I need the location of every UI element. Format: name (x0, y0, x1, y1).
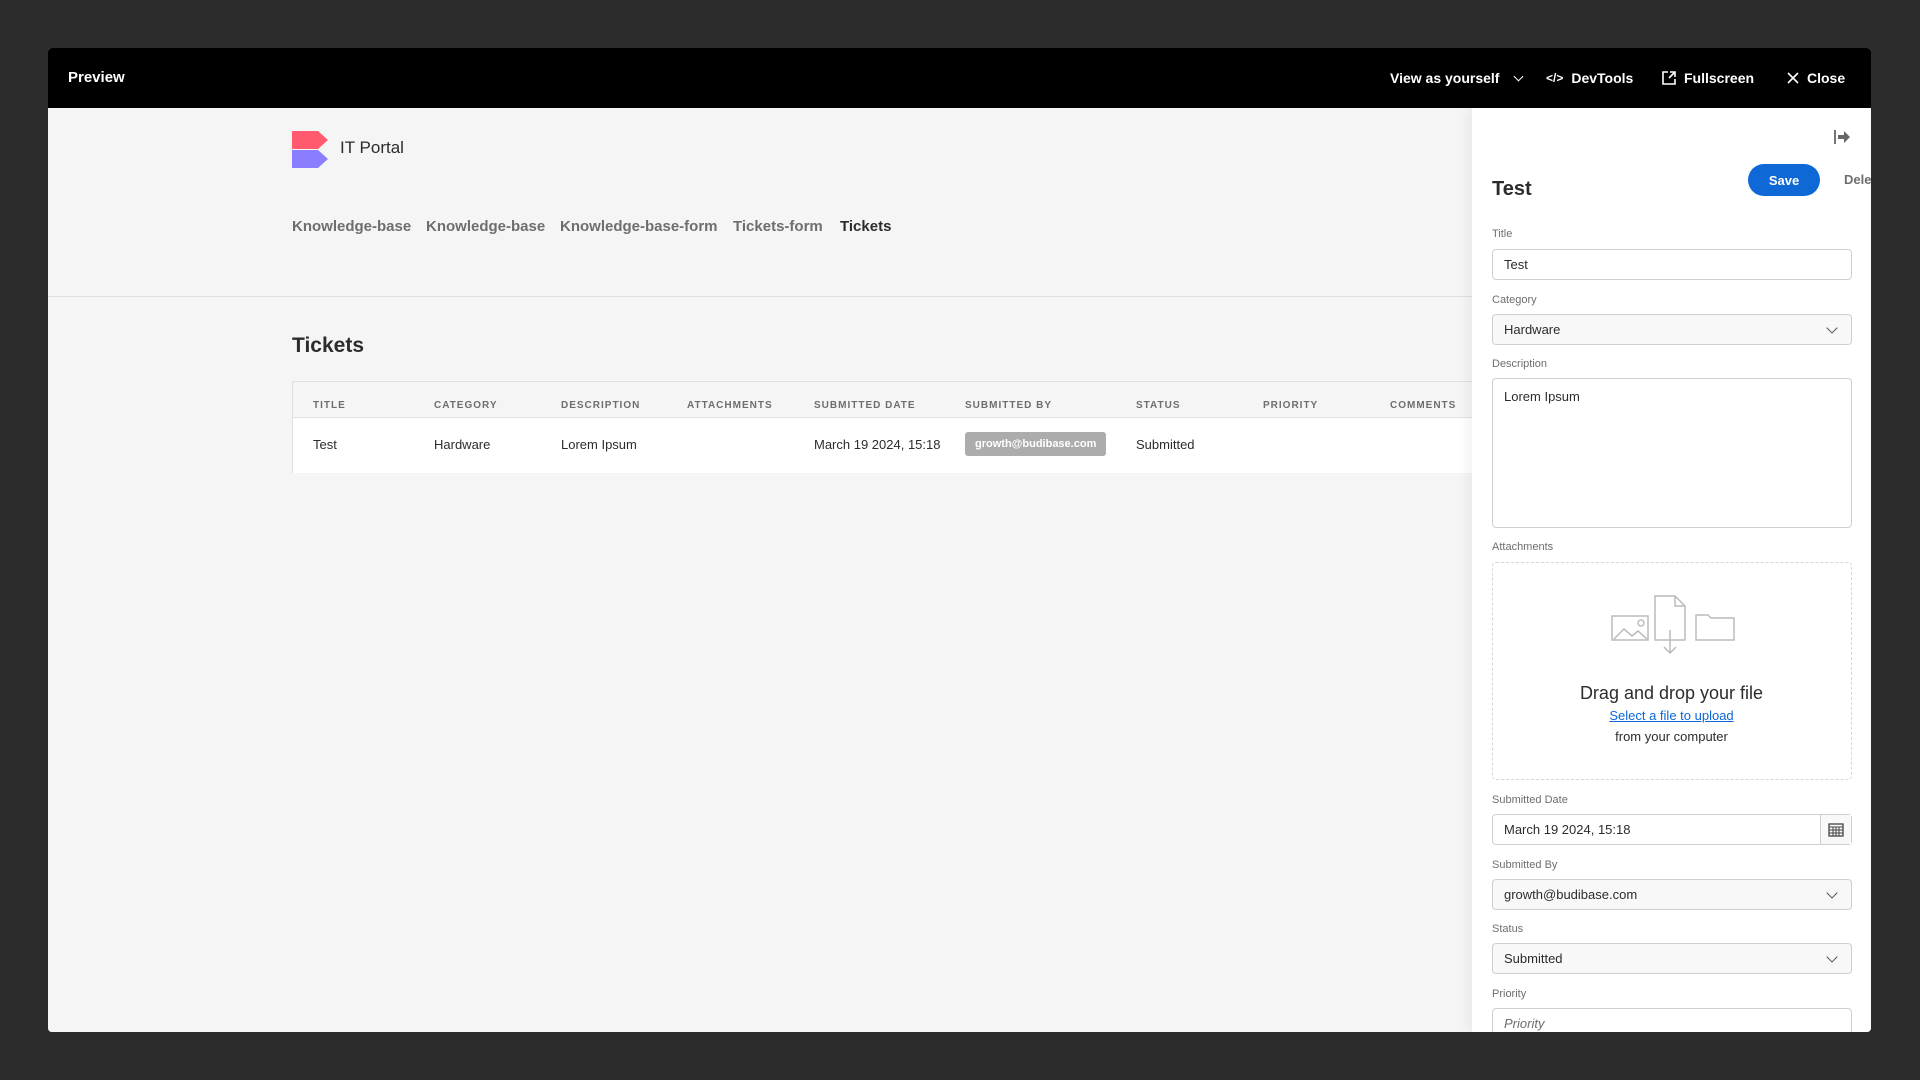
close-button[interactable]: Close (1787, 48, 1845, 108)
chevron-down-icon (1826, 321, 1838, 334)
title-input[interactable]: Test (1492, 249, 1852, 280)
category-label: Category (1492, 294, 1537, 306)
view-as-label: View as yourself (1390, 70, 1500, 86)
submitted-date-input[interactable]: March 19 2024, 15:18 (1492, 814, 1852, 845)
priority-label: Priority (1492, 988, 1527, 1000)
chevron-down-icon (1826, 950, 1838, 963)
nav-knowledge-base-form[interactable]: Knowledge-base-form (560, 218, 718, 235)
category-value: Hardware (1504, 322, 1561, 337)
devtools-label: DevTools (1571, 70, 1634, 86)
attachments-dropzone[interactable]: Drag and drop your file Select a file to… (1492, 562, 1852, 780)
devtools-button[interactable]: </> DevTools (1546, 48, 1633, 108)
status-value: Submitted (1504, 951, 1563, 966)
category-select[interactable]: Hardware (1492, 314, 1852, 345)
nav-knowledge-base[interactable]: Knowledge-base (292, 218, 411, 235)
drop-title: Drag and drop your file (1579, 683, 1764, 703)
delete-button[interactable]: Delete (1844, 172, 1871, 187)
column-header[interactable]: COMMENTS (1390, 400, 1456, 411)
column-header[interactable]: ATTACHMENTS (687, 400, 773, 411)
select-file-link[interactable]: Select a file to upload (1493, 708, 1850, 723)
description-label: Description (1492, 358, 1548, 370)
chevron-down-icon (1514, 71, 1524, 81)
user-badge: growth@budibase.com (965, 432, 1107, 456)
preview-header: Preview View as yourself </> DevTools Fu… (48, 48, 1871, 108)
upload-files-icon (1611, 595, 1735, 655)
description-textarea[interactable]: Lorem Ipsum (1492, 378, 1852, 528)
attachments-label: Attachments (1492, 541, 1554, 553)
calendar-icon[interactable] (1820, 815, 1851, 844)
column-header[interactable]: TITLE (313, 400, 346, 411)
nav-tickets-form[interactable]: Tickets-form (733, 218, 823, 235)
page-title: Tickets (292, 334, 364, 357)
save-button[interactable]: Save (1748, 164, 1820, 196)
chevron-down-icon (1826, 886, 1838, 899)
preview-title: Preview (68, 69, 125, 86)
cell-title: Test (313, 437, 337, 452)
cell-status: Submitted (1136, 437, 1195, 452)
column-header[interactable]: STATUS (1136, 400, 1181, 411)
status-label: Status (1492, 923, 1524, 935)
status-select[interactable]: Submitted (1492, 943, 1852, 974)
fullscreen-button[interactable]: Fullscreen (1662, 48, 1754, 108)
nav-knowledge-base-2[interactable]: Knowledge-base (426, 218, 545, 235)
submitted-by-label: Submitted By (1492, 859, 1558, 871)
submitted-by-select[interactable]: growth@budibase.com (1492, 879, 1852, 910)
app-logo (292, 131, 328, 168)
priority-input[interactable]: Priority (1492, 1008, 1852, 1032)
fullscreen-label: Fullscreen (1684, 70, 1755, 86)
nav-divider (48, 296, 1472, 297)
date-value: March 19 2024, 15:18 (1504, 822, 1631, 837)
collapse-panel-icon[interactable] (1834, 130, 1850, 144)
nav-tickets[interactable]: Tickets (840, 218, 891, 235)
app-preview: IT Portal Knowledge-base Knowledge-base … (48, 108, 1483, 1032)
preview-modal: Preview View as yourself </> DevTools Fu… (48, 48, 1871, 1032)
close-icon (1787, 72, 1799, 84)
tickets-table: TITLE CATEGORY DESCRIPTION ATTACHMENTS S… (292, 381, 1483, 473)
view-as-dropdown[interactable]: View as yourself (1390, 48, 1524, 108)
cell-description: Lorem Ipsum (561, 437, 637, 452)
close-label: Close (1807, 70, 1846, 86)
cell-category: Hardware (434, 437, 491, 452)
cell-submitted-date: March 19 2024, 15:18 (814, 437, 941, 452)
title-label: Title (1492, 228, 1513, 240)
app-name: IT Portal (340, 138, 404, 157)
external-link-icon (1662, 71, 1676, 85)
column-header[interactable]: SUBMITTED DATE (814, 400, 916, 411)
column-header[interactable]: CATEGORY (434, 400, 498, 411)
side-panel: Test Save Delete Title Test Category Har… (1472, 108, 1871, 1032)
drop-subtitle: from your computer (1615, 729, 1728, 744)
submitted-by-value: growth@budibase.com (1504, 887, 1638, 902)
submitted-date-label: Submitted Date (1492, 794, 1568, 806)
code-icon: </> (1546, 71, 1564, 85)
panel-title: Test (1492, 178, 1532, 200)
table-row[interactable]: Test Hardware Lorem Ipsum March 19 2024,… (293, 417, 1483, 473)
column-header[interactable]: PRIORITY (1263, 400, 1318, 411)
column-header[interactable]: DESCRIPTION (561, 400, 640, 411)
column-header[interactable]: SUBMITTED BY (965, 400, 1052, 411)
